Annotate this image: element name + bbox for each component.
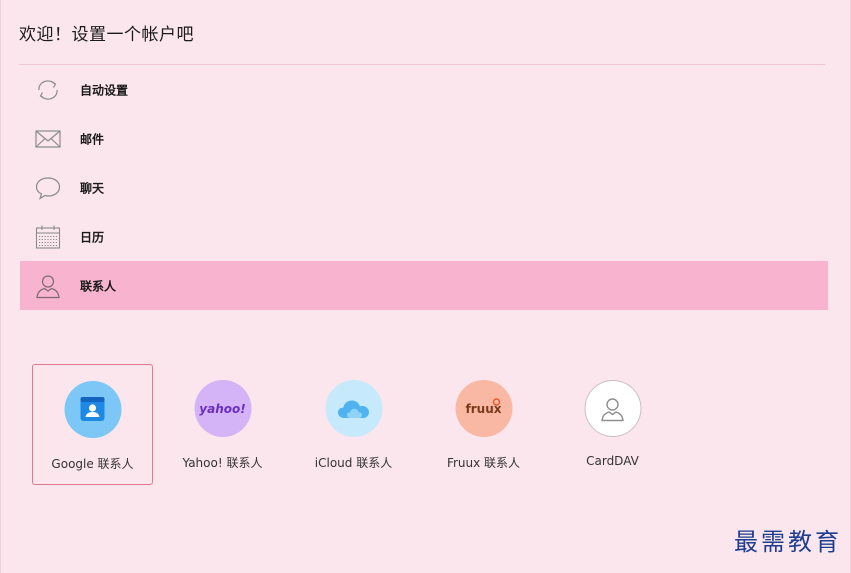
sync-icon xyxy=(34,76,62,104)
menu-item-label: 邮件 xyxy=(80,132,105,146)
menu-item-chat[interactable]: 聊天 xyxy=(20,163,828,212)
menu-item-label: 聊天 xyxy=(80,181,105,195)
chat-bubble-icon xyxy=(34,174,62,202)
menu-item-calendar[interactable]: 日历 xyxy=(20,212,828,261)
page-title: 欢迎！设置一个帐户吧 xyxy=(19,25,194,45)
carddav-person-icon xyxy=(584,380,641,437)
account-type-menu: 自动设置 邮件 聊天 日历 联系人 xyxy=(20,65,828,310)
menu-item-label: 自动设置 xyxy=(80,83,129,97)
menu-item-contacts[interactable]: 联系人 xyxy=(20,261,828,310)
menu-item-mail[interactable]: 邮件 xyxy=(20,114,828,163)
account-setup-window: 欢迎！设置一个帐户吧 自动设置 邮件 聊天 日历 联系人 Google 联系人 … xyxy=(0,0,851,573)
provider-label: Google 联系人 xyxy=(51,457,134,471)
icloud-icon xyxy=(325,380,382,437)
watermark: 最需教育 xyxy=(734,528,842,556)
yahoo-icon: yahoo! xyxy=(194,380,251,437)
provider-label: Yahoo! 联系人 xyxy=(182,456,263,470)
provider-label: CardDAV xyxy=(586,454,639,468)
mail-icon xyxy=(34,125,62,153)
fruux-icon: fruux xyxy=(455,380,512,437)
menu-item-auto-setup[interactable]: 自动设置 xyxy=(20,65,828,114)
yahoo-logo-text: yahoo! xyxy=(199,401,246,416)
contact-provider-list: Google 联系人 yahoo! Yahoo! 联系人 iCloud 联系人 … xyxy=(32,364,692,485)
google-contacts-icon xyxy=(64,381,121,438)
provider-label: iCloud 联系人 xyxy=(314,456,393,470)
menu-item-label: 联系人 xyxy=(80,279,117,293)
provider-google-contacts[interactable]: Google 联系人 xyxy=(32,364,153,485)
provider-fruux-contacts[interactable]: fruux Fruux 联系人 xyxy=(423,364,544,485)
calendar-icon xyxy=(34,223,62,251)
provider-carddav[interactable]: CardDAV xyxy=(552,364,673,485)
provider-icloud-contacts[interactable]: iCloud 联系人 xyxy=(293,364,414,485)
person-icon xyxy=(34,272,62,300)
provider-label: Fruux 联系人 xyxy=(446,456,521,470)
menu-item-label: 日历 xyxy=(80,230,105,244)
provider-yahoo-contacts[interactable]: yahoo! Yahoo! 联系人 xyxy=(162,364,283,485)
